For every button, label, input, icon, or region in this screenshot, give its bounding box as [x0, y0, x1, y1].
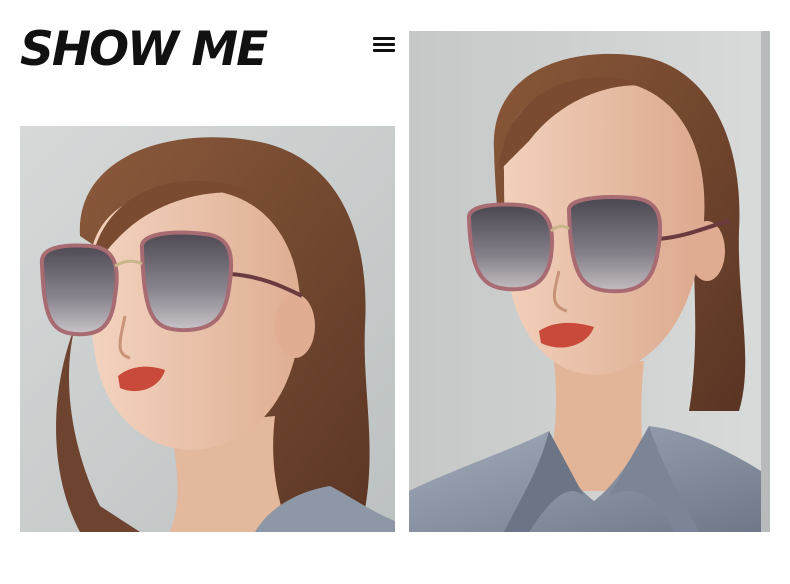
product-photo-front-view — [409, 31, 770, 532]
hamburger-menu-icon[interactable] — [373, 37, 395, 53]
product-photo-side-view — [20, 126, 395, 532]
model-illustration-side — [20, 126, 395, 532]
page-title: SHOW ME — [20, 22, 268, 77]
model-illustration-front — [409, 31, 770, 532]
